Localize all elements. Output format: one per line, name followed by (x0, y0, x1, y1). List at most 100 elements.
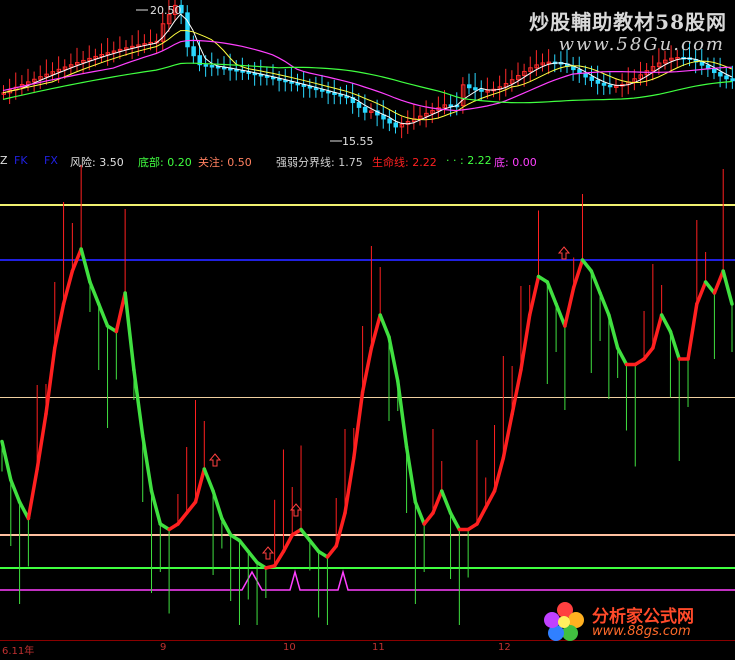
indicator-falling-segment (211, 489, 224, 521)
indicator-rising-segment (360, 346, 374, 394)
indicator-rising-segment (527, 274, 541, 317)
price-candle (307, 85, 313, 89)
legend-focus: 关注: 0.50 (198, 156, 252, 169)
indicator-rising-segment (26, 467, 39, 521)
indicator-falling-segment (79, 247, 92, 284)
indicator-falling-segment (149, 489, 163, 526)
price-candle (467, 84, 472, 89)
price-candle (577, 69, 582, 74)
indicator-rising-segment (325, 544, 338, 559)
site-logo: 分析家公式网 www.88gs.com (540, 598, 730, 644)
price-high-label: 20.50 (150, 4, 182, 17)
price-candle (595, 79, 601, 84)
price-candle (362, 106, 368, 113)
indicator-falling-segment (598, 291, 611, 317)
indicator-rising-segment (35, 412, 48, 471)
indicator-falling-segment (140, 434, 154, 493)
indicator-falling-segment (440, 489, 453, 515)
indicator-falling-segment (589, 269, 602, 295)
indicator-falling-segment (132, 368, 145, 438)
indicator-falling-segment (237, 538, 251, 554)
legend-fk2: FX (44, 154, 58, 167)
indicator-rising-segment (686, 302, 699, 361)
indicator-rising-segment (272, 549, 286, 568)
legend-bottom2: 底: 0.00 (494, 156, 537, 169)
chart-svg[interactable] (0, 0, 735, 656)
indicator-rising-segment (61, 269, 75, 306)
price-candle (730, 78, 735, 82)
indicator-falling-segment (607, 313, 620, 350)
indicator-falling-segment (668, 329, 681, 361)
price-candle (473, 87, 478, 91)
indicator-rising-segment (695, 280, 708, 306)
price-candle (448, 104, 454, 107)
indicator-falling-segment (220, 516, 233, 537)
legend-divider: 强弱分界线: 1.75 (276, 156, 363, 169)
indicator-rising-segment (369, 313, 382, 350)
indicator-falling-segment (703, 280, 717, 295)
indicator-rising-segment (193, 467, 207, 504)
indicator-falling-segment (9, 478, 22, 504)
price-low-label: 15.55 (342, 135, 374, 148)
indicator-rising-segment (114, 291, 127, 334)
indicator-falling-segment (580, 258, 594, 273)
price-candle (326, 90, 331, 94)
buy-arrow-icon (557, 246, 571, 260)
price-candle (589, 76, 594, 81)
price-candle (718, 72, 723, 77)
legend-fk1: FK (14, 154, 28, 167)
indicator-falling-segment (404, 445, 418, 504)
price-candle (320, 89, 325, 92)
indicator-rising-segment (343, 456, 356, 515)
indicator-falling-segment (721, 269, 734, 306)
axis-label: 11 (372, 642, 385, 653)
bottom-signal-line (0, 569, 735, 591)
indicator-falling-segment (378, 313, 391, 339)
buy-arrow-icon (208, 453, 222, 467)
indicator-rising-segment (571, 258, 585, 290)
indicator-rising-segment (475, 505, 488, 526)
indicator-rising-segment (281, 533, 294, 554)
indicator-falling-segment (554, 302, 567, 328)
indicator-rising-segment (492, 456, 506, 493)
legend-z: Z (0, 154, 8, 167)
indicator-falling-segment (0, 439, 13, 482)
indicator-falling-segment (88, 280, 101, 306)
legend-risk: 风险: 3.50 (70, 156, 124, 169)
price-candle (185, 12, 190, 48)
indicator-rising-segment (176, 511, 189, 526)
price-candle (313, 87, 319, 91)
legend-bottom: 底部: 0.20 (138, 156, 192, 169)
indicator-rising-segment (651, 313, 664, 350)
price-candle (601, 82, 607, 86)
legend-life: 生命线: 2.22 (372, 156, 437, 169)
logo-url: www.88gs.com (592, 624, 691, 639)
axis-label: 10 (283, 642, 296, 653)
indicator-falling-segment (96, 302, 110, 328)
price-candle (203, 64, 209, 67)
chart-canvas[interactable] (0, 0, 735, 656)
indicator-rising-segment (334, 511, 347, 548)
indicator-falling-segment (545, 280, 558, 306)
indicator-rising-segment (53, 302, 66, 350)
price-candle (356, 102, 362, 108)
indicator-falling-segment (615, 346, 629, 367)
price-candle (724, 75, 729, 80)
indicator-rising-segment (184, 500, 198, 515)
watermark-title: 炒股輔助教材58股网 (529, 10, 727, 34)
indicator-rising-segment (519, 313, 532, 372)
indicator-falling-segment (659, 313, 673, 334)
buy-arrow-icon (261, 546, 275, 560)
price-candle (607, 84, 613, 88)
indicator-rising-segment (431, 489, 444, 515)
indicator-rising-segment (510, 368, 523, 416)
indicator-rising-segment (563, 285, 576, 328)
axis-label: 6.11年 (2, 646, 35, 657)
legend-dash: · · : 2.22 (446, 154, 492, 167)
indicator-rising-segment (352, 390, 365, 460)
price-candle (583, 72, 588, 78)
price-candle (191, 46, 196, 57)
indicator-falling-segment (123, 291, 136, 372)
indicator-rising-segment (642, 346, 655, 361)
price-candle (479, 89, 484, 92)
